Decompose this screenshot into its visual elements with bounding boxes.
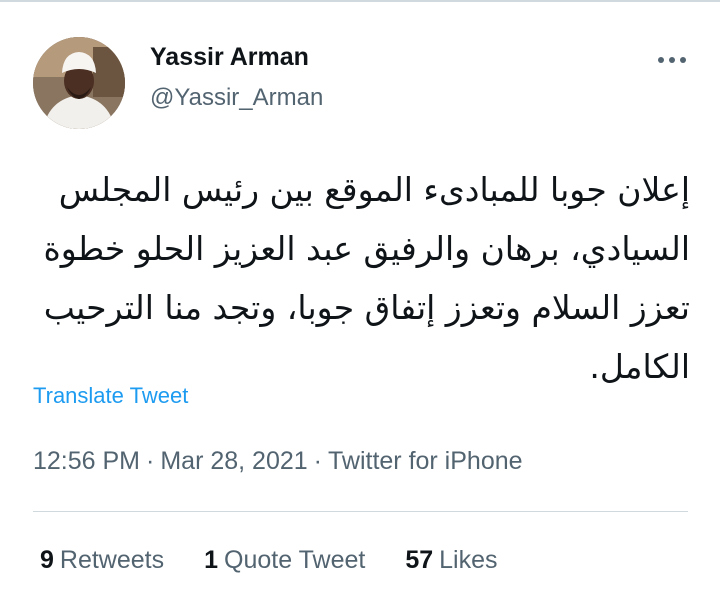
quotes-label: Quote Tweet [224, 546, 366, 574]
author-display-name[interactable]: Yassir Arman [150, 42, 309, 72]
tweet-card: Yassir Arman @Yassir_Arman إعلان جوبا لل… [0, 0, 720, 609]
more-button[interactable] [652, 48, 692, 72]
more-horizontal-icon [658, 57, 686, 63]
meta-separator: · [313, 447, 322, 475]
stats-divider [33, 511, 688, 512]
retweets-count: 9 [40, 546, 54, 574]
likes-stat[interactable]: 57 Likes [405, 544, 497, 576]
translate-tweet-link[interactable]: Translate Tweet [33, 382, 188, 410]
tweet-meta: 12:56 PM · Mar 28, 2021 · Twitter for iPhone [33, 445, 523, 477]
tweet-time[interactable]: 12:56 PM [33, 447, 140, 475]
quotes-count: 1 [204, 546, 219, 574]
retweets-label: Retweets [59, 546, 165, 574]
engagement-stats: 9 Retweets 1 Quote Tweet 57 Likes [40, 544, 538, 576]
quote-tweets-stat[interactable]: 1 Quote Tweet [204, 544, 365, 576]
avatar[interactable] [33, 37, 125, 129]
avatar-photo [33, 37, 125, 129]
likes-count: 57 [405, 546, 434, 574]
retweets-stat[interactable]: 9 Retweets [40, 544, 164, 576]
tweet-text: إعلان جوبا للمبادىء الموقع بين رئيس المج… [32, 170, 690, 386]
tweet-date[interactable]: Mar 28, 2021 [160, 447, 307, 475]
likes-label: Likes [439, 546, 498, 574]
top-divider [0, 0, 720, 2]
tweet-source[interactable]: Twitter for iPhone [328, 447, 523, 475]
author-handle[interactable]: @Yassir_Arman [150, 83, 323, 113]
meta-separator: · [146, 447, 155, 475]
